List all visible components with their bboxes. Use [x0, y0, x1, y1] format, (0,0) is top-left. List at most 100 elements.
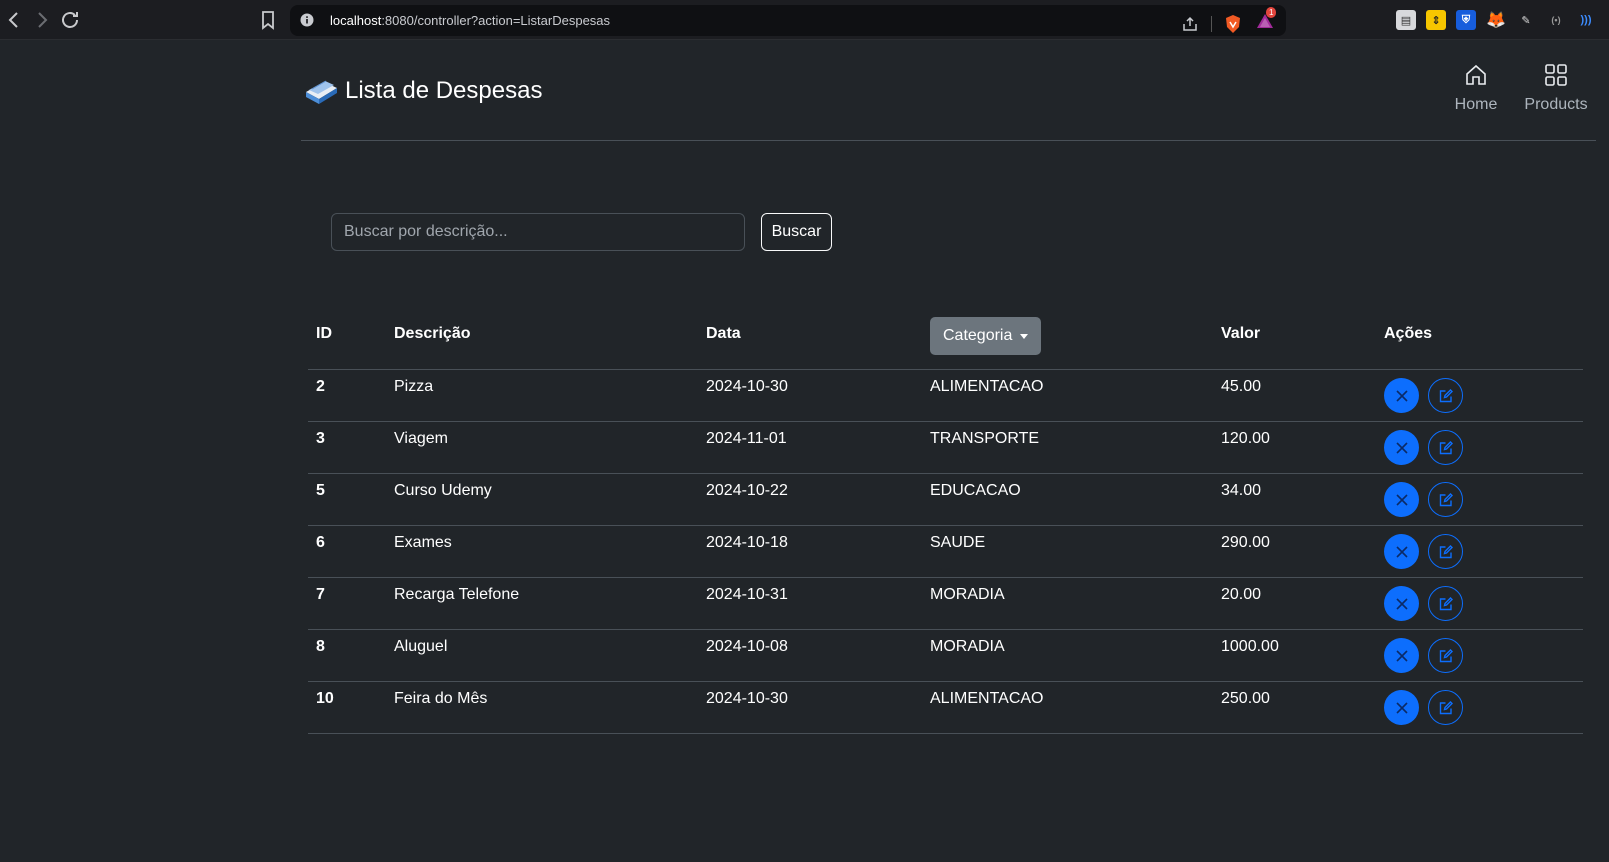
delete-button[interactable] [1384, 430, 1419, 465]
cell-id: 7 [308, 577, 386, 630]
edit-button[interactable] [1428, 586, 1463, 621]
table-row: 7 Recarga Telefone 2024-10-31 MORADIA 20.00 [308, 577, 1583, 630]
address-bar[interactable]: localhost:8080/controller?action=ListarD… [290, 5, 1286, 36]
separator [1211, 15, 1212, 32]
cell-valor: 34.00 [1213, 473, 1376, 526]
cell-id: 10 [308, 681, 386, 734]
close-icon [1395, 701, 1408, 714]
cell-categoria: EDUCACAO [922, 473, 1213, 526]
delete-button[interactable] [1384, 378, 1419, 413]
table-row: 6 Exames 2024-10-18 SAUDE 290.00 [308, 525, 1583, 578]
cell-categoria: ALIMENTACAO [922, 681, 1213, 734]
cell-valor: 290.00 [1213, 525, 1376, 578]
cell-valor: 20.00 [1213, 577, 1376, 630]
delete-button[interactable] [1384, 586, 1419, 621]
table-row: 10 Feira do Mês 2024-10-30 ALIMENTACAO 250.0… [308, 681, 1583, 734]
brave-shield-icon[interactable] [1224, 14, 1242, 34]
info-icon[interactable] [300, 13, 314, 27]
cell-descricao: Exames [386, 525, 698, 578]
cell-data: 2024-11-01 [698, 421, 922, 474]
edit-button[interactable] [1428, 378, 1463, 413]
cell-acoes [1376, 681, 1583, 734]
book-logo-icon [306, 80, 337, 104]
edit-button[interactable] [1428, 482, 1463, 517]
cell-acoes [1376, 473, 1583, 526]
categoria-dropdown-label: Categoria [943, 327, 1013, 344]
brave-rewards-icon[interactable]: 1 [1254, 7, 1277, 36]
cell-categoria: ALIMENTACAO [922, 369, 1213, 422]
column-header-descricao: Descrição [386, 313, 698, 370]
search-input[interactable] [331, 213, 745, 251]
cell-acoes [1376, 629, 1583, 682]
url-path: :8080/controller?action=ListarDespesas [381, 13, 611, 28]
printer-extension-icon[interactable]: ▤ [1396, 10, 1416, 30]
close-icon [1395, 545, 1408, 558]
search-button[interactable]: Buscar [761, 213, 832, 251]
url-host: localhost [330, 13, 382, 28]
eyedropper-icon[interactable]: ✎ [1516, 10, 1536, 30]
edit-icon [1439, 492, 1453, 506]
edit-icon [1439, 648, 1453, 662]
cell-descricao: Curso Udemy [386, 473, 698, 526]
edit-icon [1439, 596, 1453, 610]
cell-valor: 45.00 [1213, 369, 1376, 422]
bitwarden-icon[interactable]: ⛨ [1456, 10, 1476, 30]
delete-button[interactable] [1384, 690, 1419, 725]
grid-icon [1545, 64, 1567, 86]
cell-descricao: Pizza [386, 369, 698, 422]
cell-id: 6 [308, 525, 386, 578]
home-icon [1466, 64, 1486, 85]
wireless-icon[interactable]: ))) [1576, 10, 1596, 30]
reload-icon[interactable] [58, 8, 82, 32]
cell-data: 2024-10-22 [698, 473, 922, 526]
close-icon [1395, 597, 1408, 610]
nav-home-label: Home [1454, 96, 1498, 113]
url-text: localhost:8080/controller?action=ListarD… [330, 13, 610, 28]
yellow-extension-icon[interactable]: ⇕ [1426, 10, 1446, 30]
brand[interactable]: Lista de Despesas [304, 76, 542, 106]
cell-data: 2024-10-31 [698, 577, 922, 630]
delete-button[interactable] [1384, 638, 1419, 673]
edit-button[interactable] [1428, 690, 1463, 725]
extension-icon[interactable]: (•) [1546, 10, 1566, 30]
share-icon[interactable] [1181, 15, 1199, 33]
column-header-acoes: Ações [1376, 313, 1583, 370]
delete-button[interactable] [1384, 534, 1419, 569]
cell-data: 2024-10-30 [698, 369, 922, 422]
nav-products[interactable]: Products [1516, 62, 1596, 114]
cell-acoes [1376, 525, 1583, 578]
column-header-categoria: Categoria [922, 313, 1213, 370]
close-icon [1395, 493, 1408, 506]
table-row: 3 Viagem 2024-11-01 TRANSPORTE 120.00 [308, 421, 1583, 474]
bookmark-icon[interactable] [256, 8, 280, 32]
edit-button[interactable] [1428, 534, 1463, 569]
categoria-dropdown[interactable]: Categoria [930, 317, 1042, 355]
cell-id: 5 [308, 473, 386, 526]
edit-button[interactable] [1428, 638, 1463, 673]
cell-id: 8 [308, 629, 386, 682]
cell-data: 2024-10-30 [698, 681, 922, 734]
cell-data: 2024-10-18 [698, 525, 922, 578]
nav-home[interactable]: Home [1436, 62, 1516, 114]
forward-icon[interactable] [30, 8, 54, 32]
table-header-row: ID Descrição Data Categoria Valor Ações [308, 313, 1583, 370]
table-row: 5 Curso Udemy 2024-10-22 EDUCACAO 34.00 [308, 473, 1583, 526]
edit-icon [1439, 544, 1453, 558]
back-icon[interactable] [2, 8, 26, 32]
edit-icon [1439, 700, 1453, 714]
column-header-data: Data [698, 313, 922, 370]
metamask-icon[interactable]: 🦊 [1486, 10, 1506, 30]
app-header: Lista de Despesas Home Products [301, 56, 1596, 141]
cell-descricao: Recarga Telefone [386, 577, 698, 630]
table-body: 2 Pizza 2024-10-30 ALIMENTACAO 45.00 3 Viagem 2… [308, 369, 1583, 734]
cell-id: 2 [308, 369, 386, 422]
cell-descricao: Aluguel [386, 629, 698, 682]
top-nav: Home Products [1436, 62, 1596, 114]
edit-button[interactable] [1428, 430, 1463, 465]
cell-acoes [1376, 369, 1583, 422]
delete-button[interactable] [1384, 482, 1419, 517]
cell-categoria: TRANSPORTE [922, 421, 1213, 474]
cell-categoria: MORADIA [922, 577, 1213, 630]
cell-id: 3 [308, 421, 386, 474]
table-row: 2 Pizza 2024-10-30 ALIMENTACAO 45.00 [308, 369, 1583, 422]
